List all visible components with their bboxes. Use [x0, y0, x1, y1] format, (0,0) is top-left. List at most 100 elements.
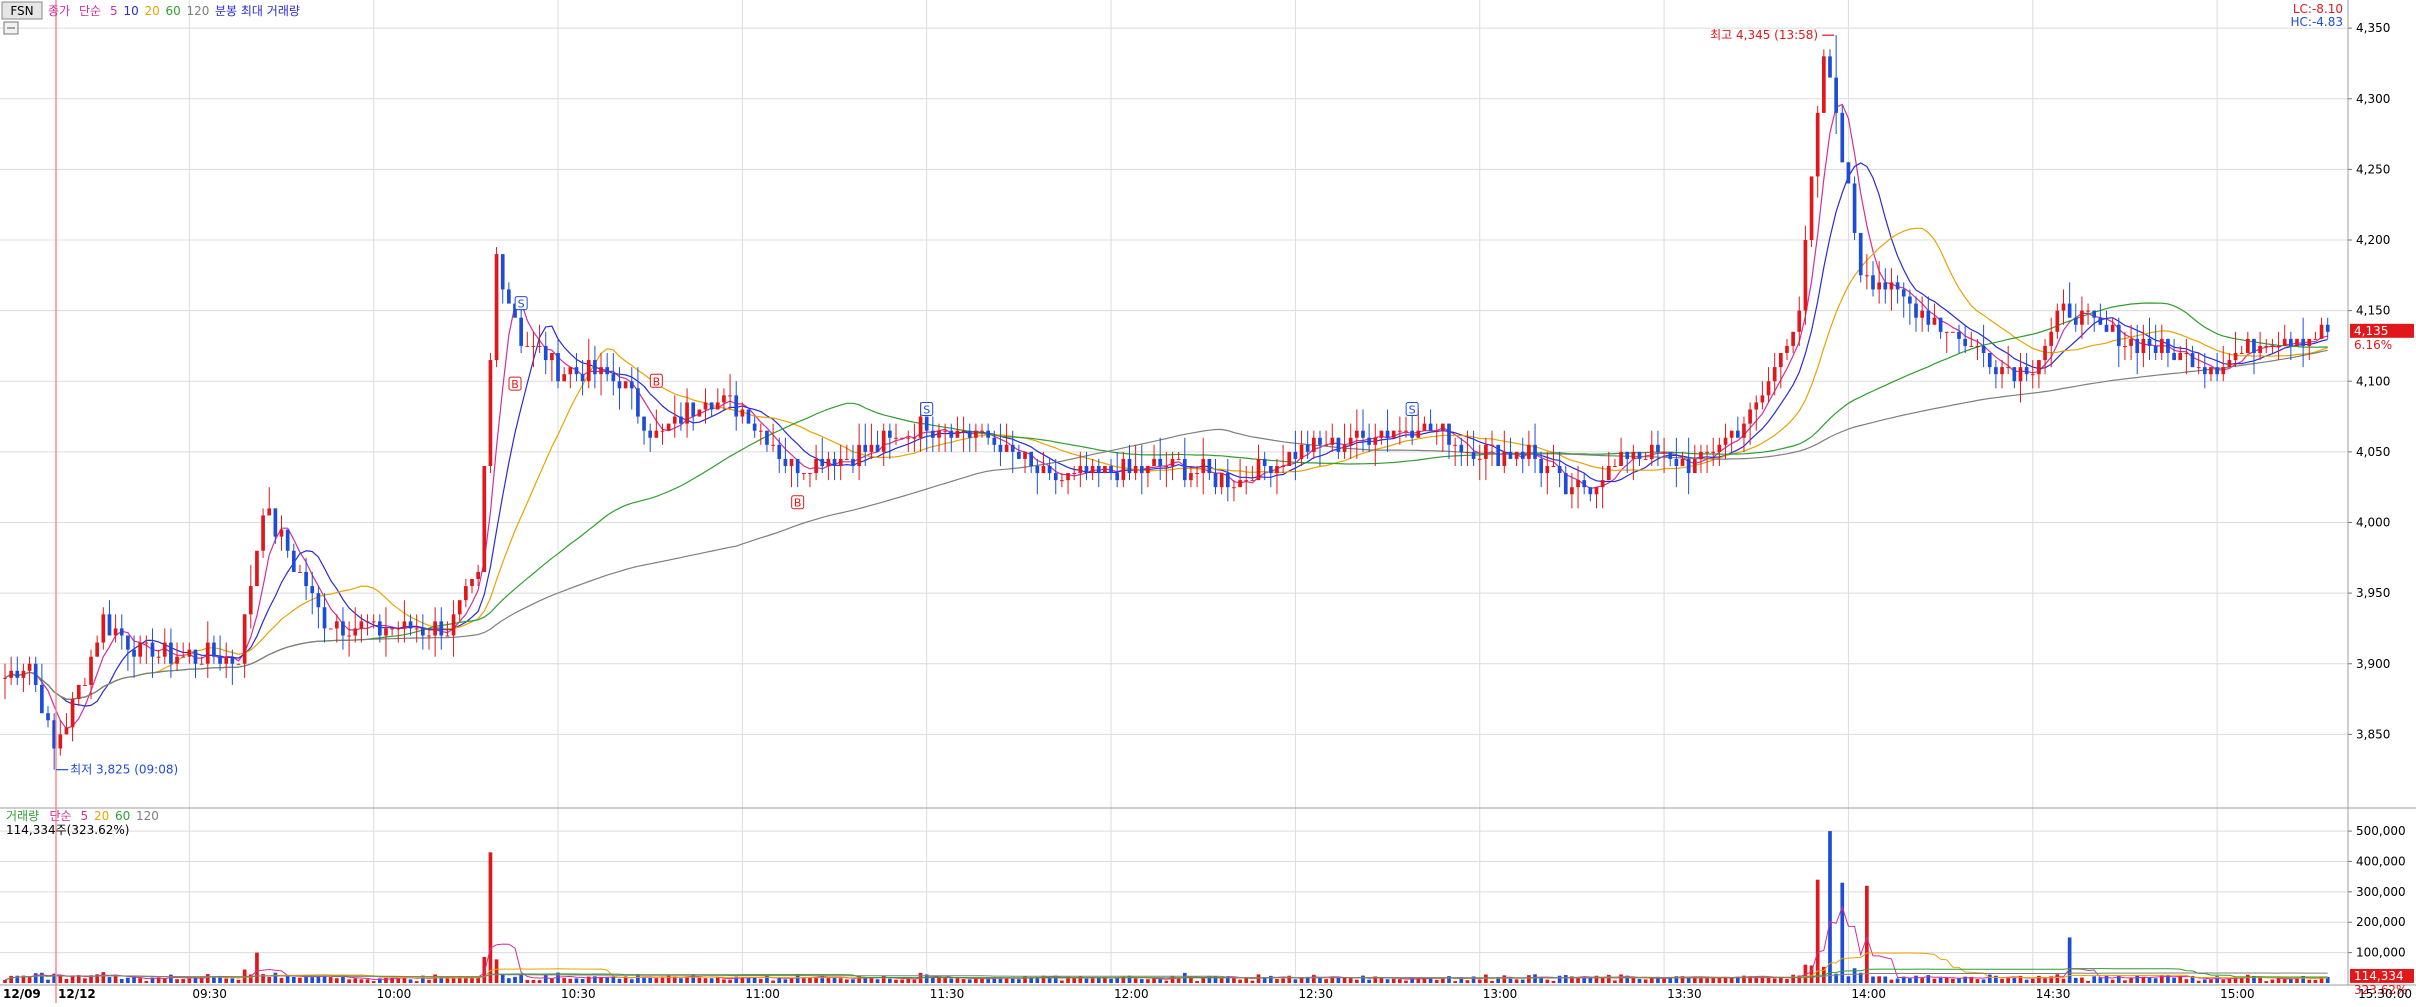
candle-body [2080, 310, 2084, 325]
candle-body [273, 508, 278, 537]
volume-bar [703, 978, 708, 983]
volume-bar [967, 979, 972, 983]
volume-bar [144, 981, 149, 983]
volume-bar [1447, 976, 1451, 983]
candle-body [1281, 466, 1285, 467]
volume-bar [574, 978, 579, 983]
volume-bar [961, 979, 966, 983]
candle-body [2258, 345, 2262, 353]
volume-bar [2037, 975, 2041, 983]
volume-tick-label: 200,000 [2356, 915, 2406, 929]
candle-body [1871, 275, 1875, 290]
candle-body [543, 345, 548, 361]
candle-body [1084, 466, 1089, 474]
volume-bar [1072, 977, 1077, 983]
candle-body [1391, 430, 1396, 438]
volume-bar [1944, 977, 1949, 983]
volume-bar [1877, 976, 1881, 983]
candle-body [138, 642, 143, 657]
candle-body [119, 628, 124, 636]
candle-body [924, 416, 929, 431]
volume-bar [1434, 979, 1439, 983]
candle-body [2012, 367, 2017, 382]
candle-body [1895, 282, 1900, 290]
volume-bar [1987, 974, 1992, 983]
volume-bar [9, 975, 13, 983]
volume-bar [2153, 978, 2158, 983]
volume-bar [169, 974, 173, 983]
candle-body [1336, 437, 1341, 452]
candle-body [322, 607, 327, 629]
candle-body [1508, 451, 1513, 459]
candle-body [2202, 367, 2207, 375]
candle-body [2252, 338, 2256, 353]
volume-bar [709, 978, 714, 983]
candle-body [1926, 310, 1931, 325]
candle-body [1256, 458, 1261, 481]
candle-body [654, 430, 659, 438]
candle-body [439, 621, 444, 636]
candle-body [1705, 451, 1709, 453]
volume-bar [359, 979, 364, 983]
candle-body [162, 642, 167, 657]
candle-body [1570, 487, 1574, 495]
price-tag-value: 4,135 [2354, 324, 2388, 338]
candle-body [2196, 367, 2201, 369]
time-tick-label: 11:00 [745, 987, 780, 1001]
candle-body [900, 437, 904, 439]
candle-body [1422, 423, 1427, 431]
candle-body [2092, 310, 2097, 318]
volume-bar [851, 979, 855, 983]
candle-body [1361, 430, 1365, 438]
candle-body [1219, 473, 1224, 488]
volume-bar [2221, 979, 2226, 983]
high-annotation: 최고 4,345 (13:58) [1710, 28, 1835, 42]
volume-bar [2202, 979, 2207, 983]
candle-body [33, 663, 38, 685]
candle-body [679, 416, 683, 424]
legend-item: 20 [94, 809, 109, 823]
volume-bar [1723, 977, 1728, 983]
volume-bar [980, 978, 984, 983]
candle-body [1268, 466, 1273, 474]
volume-bar [83, 978, 87, 983]
candle-body [2129, 338, 2133, 346]
candle-body [1404, 430, 1408, 432]
volume-bar [1299, 977, 1304, 983]
candle-body [187, 649, 192, 657]
volume-bar [1201, 977, 1206, 983]
candle-body [1447, 423, 1451, 445]
volume-bar [801, 978, 806, 983]
volume-bar [629, 979, 634, 983]
volume-bar [543, 974, 548, 983]
volume-bar [255, 952, 259, 983]
stock-chart[interactable]: S S S B B B 3,850 3,900 3,950 4,000 4,050 4,100 4,1… [0, 0, 2416, 1003]
candle-body [2153, 345, 2158, 353]
candle-body [2301, 338, 2305, 346]
candle-body [236, 663, 241, 665]
candle-body [1637, 451, 1642, 459]
volume-bar [1643, 979, 1648, 983]
candle-body [1047, 466, 1052, 474]
signal-label: B [653, 375, 661, 388]
candle-body [2116, 324, 2121, 346]
candle-body [1791, 331, 1795, 346]
volume-tick-label: 500,000 [2356, 824, 2406, 838]
candle-body [156, 656, 161, 658]
volume-bar [654, 978, 659, 983]
time-tick-label: 14:30 [2036, 987, 2071, 1001]
volume-bar [1600, 977, 1605, 983]
candle-body [1797, 310, 1802, 332]
candle-body [1551, 466, 1556, 467]
candle-body [1643, 458, 1648, 460]
volume-bar [138, 978, 143, 983]
candle-body [1711, 451, 1716, 453]
price-tick-label: 4,350 [2356, 21, 2390, 35]
volume-bar [2141, 976, 2146, 983]
candle-body [1484, 444, 1488, 459]
candle-body [261, 515, 265, 551]
candle-body [2233, 353, 2238, 361]
candle-body [808, 473, 812, 475]
volume-bar [1367, 979, 1371, 983]
candle-body [980, 430, 984, 432]
